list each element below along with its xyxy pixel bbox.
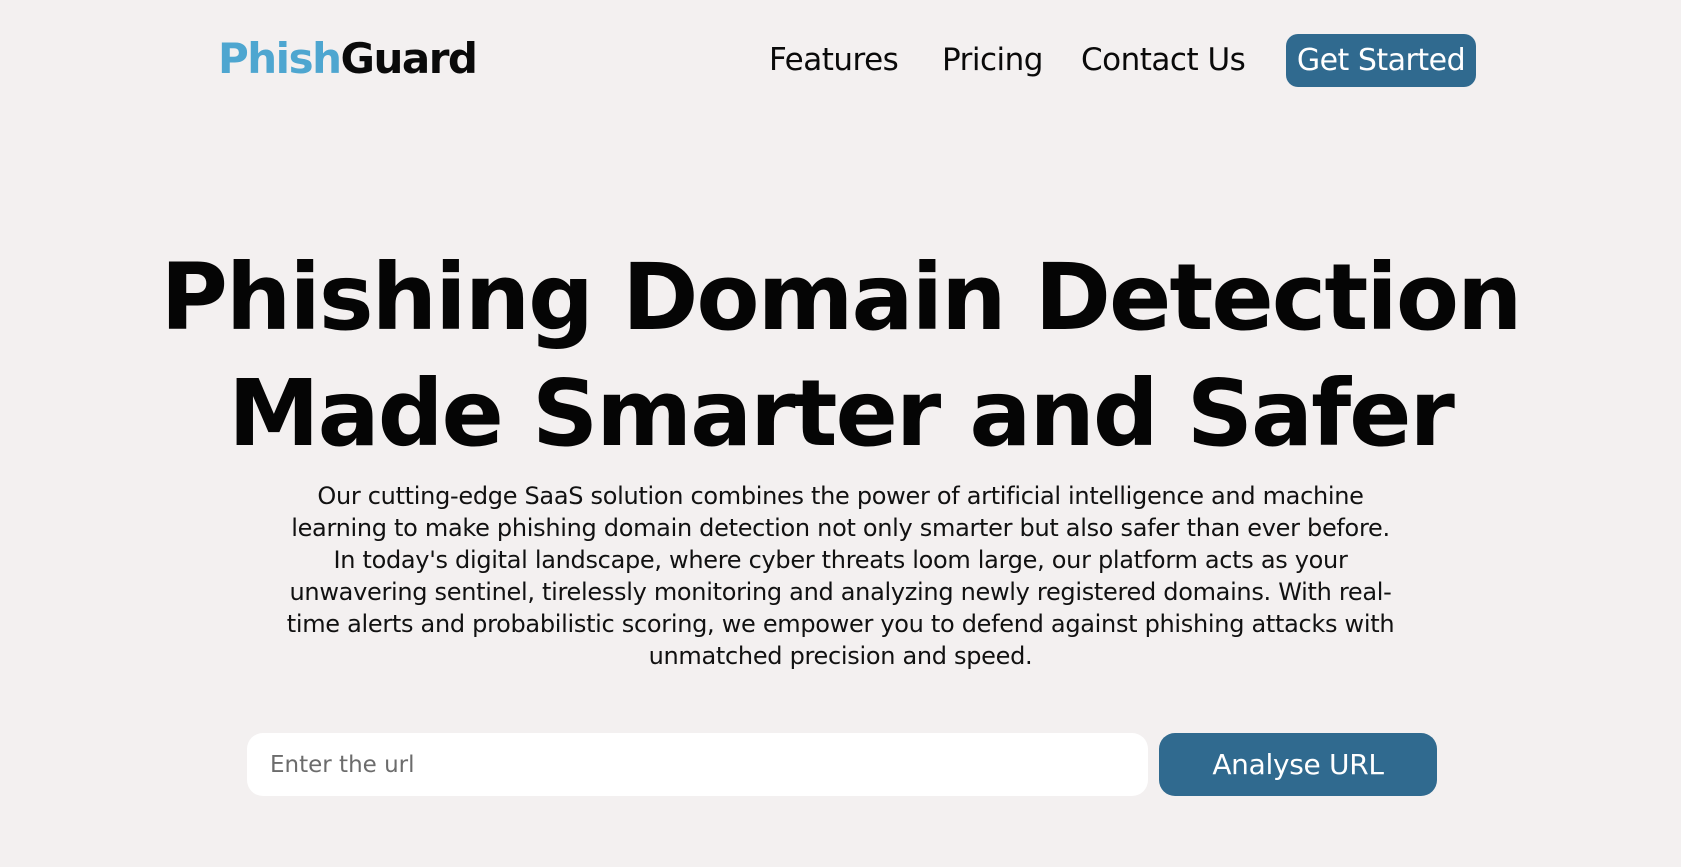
nav-link-contact-us[interactable]: Contact Us (1081, 40, 1246, 80)
landing-page: PhishGuard Features Pricing Contact Us G… (0, 0, 1681, 867)
get-started-button[interactable]: Get Started (1286, 34, 1476, 87)
logo-text-phish: Phish (218, 34, 342, 83)
hero-title-line-2: Made Smarter and Safer (228, 360, 1455, 467)
nav-link-features[interactable]: Features (769, 40, 899, 80)
url-input[interactable] (247, 733, 1148, 796)
brand-logo[interactable]: PhishGuard (218, 33, 478, 85)
hero-title-line-1: Phishing Domain Detection (160, 244, 1522, 351)
hero-title: Phishing Domain Detection Made Smarter a… (140, 240, 1541, 472)
top-navigation: PhishGuard Features Pricing Contact Us G… (0, 0, 1681, 120)
nav-link-pricing[interactable]: Pricing (942, 40, 1044, 80)
logo-text-guard: Guard (340, 34, 478, 83)
hero-description: Our cutting-edge SaaS solution combines … (286, 482, 1395, 670)
analyse-url-button[interactable]: Analyse URL (1159, 733, 1437, 796)
